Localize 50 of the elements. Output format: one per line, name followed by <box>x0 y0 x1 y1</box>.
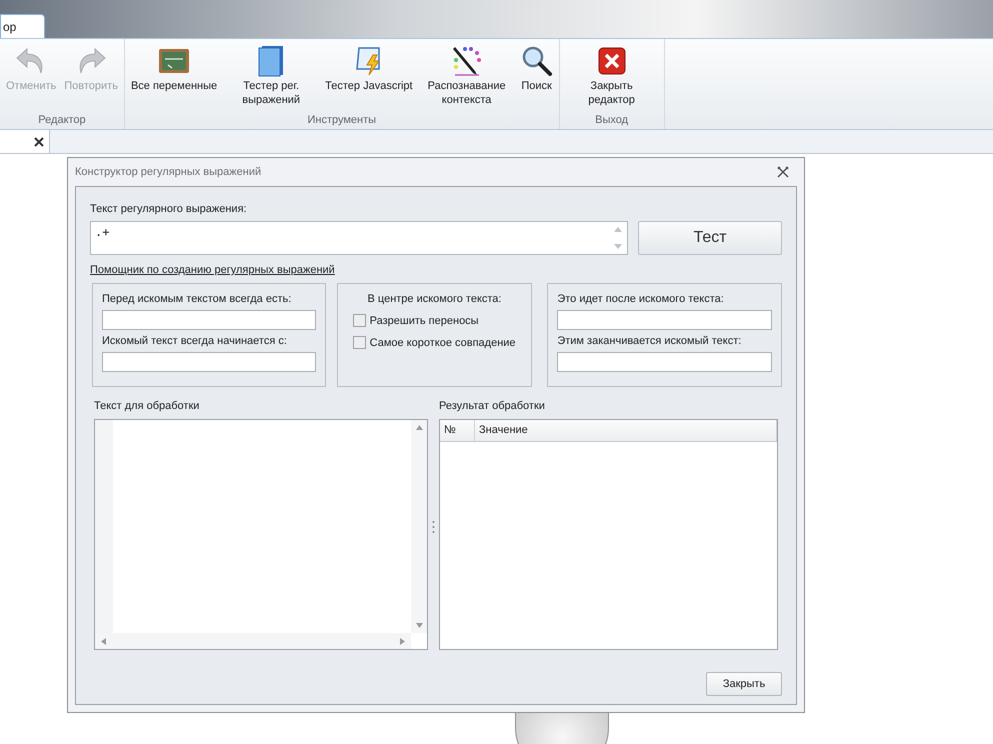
checkbox[interactable] <box>352 314 366 327</box>
scroll-down-icon[interactable] <box>416 623 422 628</box>
search-icon <box>520 45 553 77</box>
checkbox[interactable] <box>352 336 366 349</box>
app-tab[interactable]: ор <box>0 14 45 38</box>
text-field[interactable] <box>102 352 316 372</box>
group-title: В центре искомого текста: <box>368 293 502 305</box>
field-label: Перед искомым текстом всегда есть: <box>102 293 292 305</box>
close-icon[interactable] <box>777 166 789 178</box>
section-label: Результат обработки <box>439 400 546 412</box>
text-field[interactable] <box>102 310 316 330</box>
field-label: Текст регулярного выражения: <box>90 203 248 215</box>
checkbox-label: Самое короткое совпадение <box>370 336 516 348</box>
column-header[interactable]: № <box>440 420 475 441</box>
text-field[interactable] <box>557 352 772 372</box>
test-button[interactable]: Тест <box>638 221 782 255</box>
section-label: Текст для обработки <box>94 400 200 412</box>
scroll-arrows-icon[interactable] <box>613 225 623 251</box>
vertical-scrollbar[interactable] <box>411 420 427 633</box>
horizontal-scrollbar[interactable] <box>95 633 411 649</box>
scroll-up-icon[interactable] <box>416 425 422 430</box>
pencil-dots-icon <box>450 45 483 77</box>
ribbon-button[interactable]: Тестер Javascript <box>321 39 417 114</box>
close-icon[interactable] <box>34 136 44 146</box>
group-label: Выход <box>595 114 628 128</box>
ribbon-button[interactable]: Поиск <box>516 39 557 114</box>
text-field[interactable] <box>557 310 772 330</box>
helper-link[interactable]: Помощник по созданию регулярных выражений <box>90 264 335 276</box>
column-header[interactable]: Значение <box>475 420 777 441</box>
field-label: Искомый текст всегда начинается с: <box>102 335 288 347</box>
book-icon <box>258 45 284 77</box>
dialog-title: Конструктор регулярных выражений <box>75 166 262 178</box>
close-icon <box>598 47 626 75</box>
scroll-left-icon[interactable] <box>101 638 106 644</box>
field-label: Этим заканчивается искомый текст: <box>557 335 742 347</box>
document-tab[interactable] <box>0 130 50 153</box>
chalkboard-icon <box>158 48 190 74</box>
ribbon-button[interactable]: Все переменные <box>126 39 222 114</box>
field-label: Это идет после искомого текста: <box>557 293 725 305</box>
ribbon-button[interactable]: Тестер рег. выражений <box>221 39 322 114</box>
group-label: Инструменты <box>307 114 376 128</box>
splitter-handle-icon[interactable] <box>432 520 435 534</box>
scroll-right-icon[interactable] <box>400 638 405 644</box>
ribbon-button[interactable]: Распознавание контекста <box>416 39 517 114</box>
group-label: Редактор <box>38 114 86 128</box>
regex-value: .+ <box>95 225 110 241</box>
close-button[interactable]: Закрыть <box>706 672 782 696</box>
regex-input-field[interactable]: .+ <box>90 221 628 255</box>
ribbon-button[interactable]: Закрыть редактор <box>562 39 662 114</box>
checkbox-label: Разрешить переносы <box>370 314 479 326</box>
